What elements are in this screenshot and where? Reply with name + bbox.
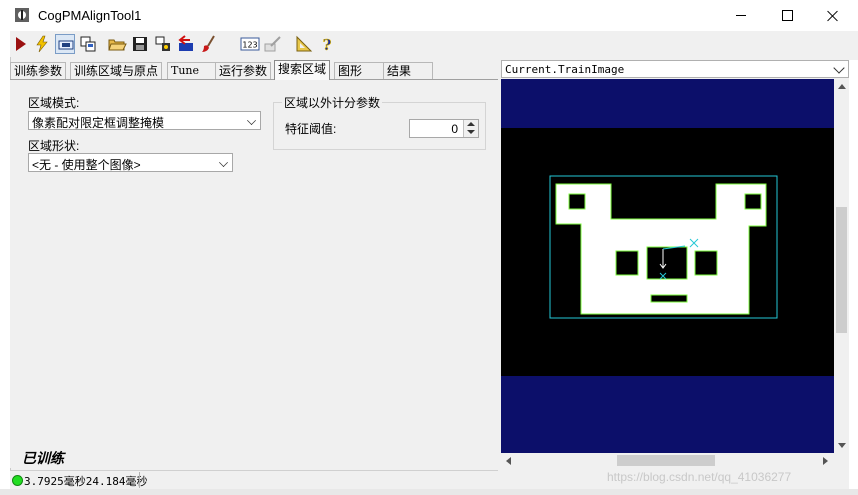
minimize-icon [736, 15, 746, 16]
display-toggle-icon[interactable] [55, 34, 75, 54]
region-mode-label: 区域模式: [28, 96, 80, 110]
region-mode-select[interactable]: 像素配对限定框调整掩模 [28, 111, 261, 130]
app-icon [14, 7, 30, 23]
open-icon[interactable] [107, 34, 127, 54]
ruler-icon[interactable] [294, 34, 314, 54]
tab-train-region[interactable]: 训练区域与原点 [70, 62, 163, 79]
image-selector[interactable]: Current.TrainImage [501, 60, 849, 78]
scroll-left-icon[interactable] [506, 457, 511, 465]
image-display[interactable] [501, 79, 834, 453]
status-bar: 3.7925毫秒24.184毫秒 [10, 470, 498, 490]
minimize-button[interactable] [718, 0, 764, 31]
trained-status: 已训练 [22, 451, 64, 467]
background-window-strip-right [849, 60, 858, 495]
search-region-panel: 区域模式: 像素配对限定框调整掩模 区域形状: <无 - 使用整个图像> 区域以… [10, 80, 498, 468]
tab-graphics[interactable]: 图形 [334, 62, 384, 79]
hole-center [646, 246, 688, 280]
copy-image-icon[interactable] [78, 34, 98, 54]
tab-search-region[interactable]: 搜索区域 [274, 60, 331, 80]
background-window-strip-bottom [0, 489, 858, 495]
tab-run-params[interactable]: 运行参数 [215, 62, 272, 79]
tab-results[interactable]: 结果 [383, 62, 433, 79]
settings-icon[interactable] [153, 34, 173, 54]
title-bar: CogPMAlignTool1 [0, 0, 858, 32]
window-title: CogPMAlignTool1 [38, 8, 142, 23]
status-led-icon [12, 475, 23, 486]
region-shape-select[interactable]: <无 - 使用整个图像> [28, 153, 233, 172]
hole-top-right [744, 193, 762, 210]
edit-icon[interactable] [263, 34, 283, 54]
train-image-canvas [501, 128, 834, 376]
scroll-up-icon[interactable] [838, 84, 846, 89]
feature-threshold-spinner[interactable]: 0 [409, 119, 479, 138]
counter-text: 123 [242, 41, 257, 50]
toolbar: 123 ? [10, 31, 858, 57]
hole-top-left [568, 193, 586, 210]
tab-train-params[interactable]: 训练参数 [10, 62, 67, 79]
flash-icon[interactable] [32, 34, 52, 54]
spinner-up-icon[interactable] [467, 122, 475, 126]
image-name: Current.TrainImage [505, 63, 625, 76]
horizontal-scrollbar[interactable] [501, 453, 834, 468]
tab-tune[interactable]: Tune [167, 62, 217, 79]
scroll-right-icon[interactable] [823, 457, 828, 465]
maximize-button[interactable] [764, 0, 810, 31]
maximize-icon [781, 10, 793, 21]
spinner-buttons[interactable] [463, 120, 478, 137]
chevron-down-icon [247, 116, 256, 125]
spinner-down-icon[interactable] [467, 130, 475, 134]
region-shape-label: 区域形状: [28, 139, 80, 153]
svg-text:?: ? [323, 36, 332, 54]
feature-threshold-value: 0 [451, 122, 458, 136]
region-mode-value: 像素配对限定框调整掩模 [32, 116, 165, 130]
scroll-down-icon[interactable] [838, 443, 846, 448]
chevron-down-icon [833, 62, 845, 74]
help-icon[interactable]: ? [317, 34, 337, 55]
outside-scoring-group-title: 区域以外计分参数 [282, 94, 383, 111]
reset-icon[interactable] [176, 34, 196, 54]
vertical-scroll-thumb[interactable] [836, 207, 847, 333]
slot-bottom [650, 294, 688, 303]
feature-threshold-label: 特征阈值: [285, 122, 337, 136]
status-separator [139, 472, 140, 488]
hole-right [694, 250, 718, 276]
horizontal-scroll-thumb[interactable] [617, 455, 715, 466]
tab-strip: 训练参数 训练区域与原点 Tune 运行参数 搜索区域 图形 结果 [10, 60, 498, 80]
watermark-text: https://blog.csdn.net/qq_41036277 [607, 470, 792, 484]
hole-left [615, 250, 639, 276]
close-button[interactable] [810, 0, 856, 31]
run-icon[interactable] [10, 34, 30, 54]
chevron-down-icon [219, 158, 228, 167]
counter-icon[interactable]: 123 [240, 34, 260, 54]
save-icon[interactable] [130, 34, 150, 54]
close-icon [827, 10, 839, 22]
region-shape-value: <无 - 使用整个图像> [32, 158, 141, 172]
brush-icon[interactable] [199, 34, 219, 54]
timing-text: 3.7925毫秒24.184毫秒 [24, 475, 148, 488]
vertical-scrollbar[interactable] [834, 79, 849, 453]
